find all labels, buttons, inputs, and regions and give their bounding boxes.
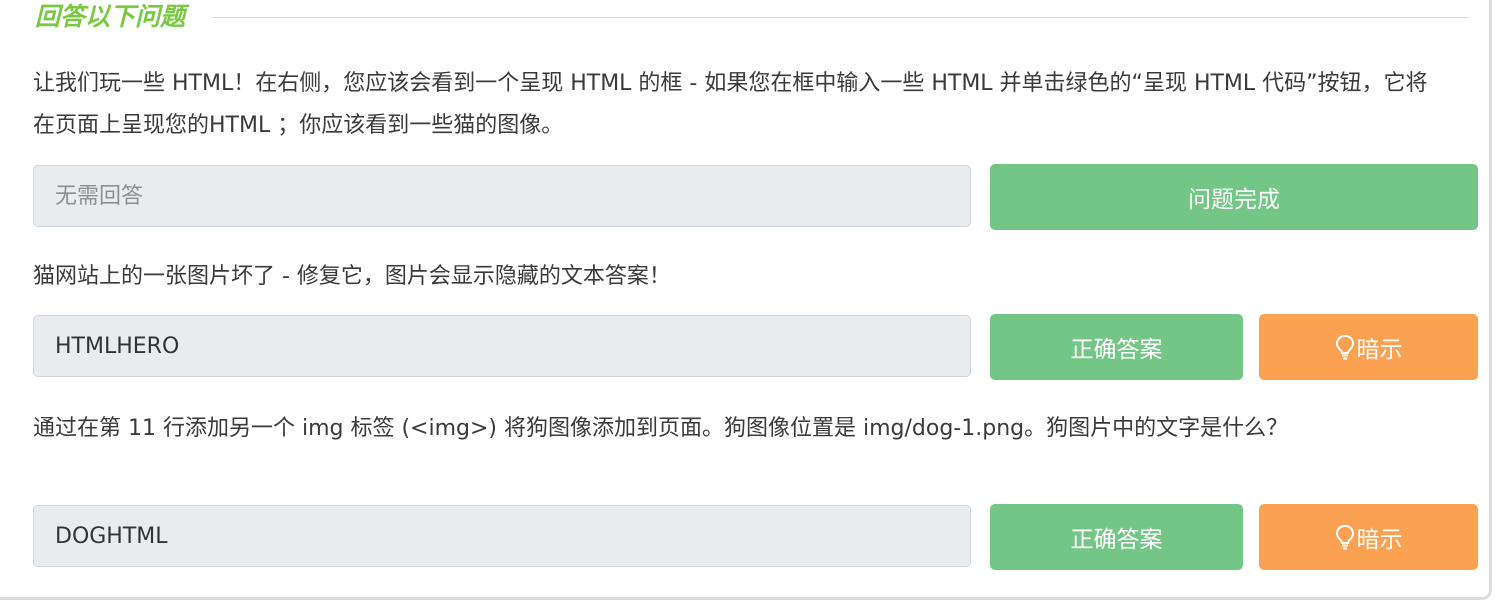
lightbulb-icon — [1335, 334, 1355, 360]
question-2-correct-answer-button[interactable]: 正确答案 — [990, 314, 1243, 380]
question-3-correct-answer-button[interactable]: 正确答案 — [990, 504, 1243, 570]
lightbulb-icon — [1335, 524, 1355, 550]
title-divider — [213, 16, 1469, 18]
question-2-hint-button[interactable]: 暗示 — [1259, 314, 1478, 380]
question-3-hint-button[interactable]: 暗示 — [1259, 504, 1478, 570]
question-1-complete-button[interactable]: 问题完成 — [990, 164, 1478, 230]
question-3-text: 通过在第 11 行添加另一个 img 标签 (<img>) 将狗图像添加到页面。… — [33, 416, 1289, 441]
question-1-answer-input[interactable] — [33, 165, 971, 227]
section-title: 回答以下问题 — [35, 2, 186, 31]
section-header: 回答以下问题 — [35, 0, 1469, 34]
question-2-text: 猫网站上的一张图片坏了 - 修复它，图片会显示隐藏的文本答案！ — [33, 264, 671, 289]
question-3-hint-label: 暗示 — [1356, 527, 1403, 553]
question-2-hint-label: 暗示 — [1356, 337, 1403, 363]
questions-card: 回答以下问题 让我们玩一些 HTML！在右侧，您应该会看到一个呈现 HTML 的… — [0, 0, 1492, 600]
question-3-answer-input[interactable] — [33, 505, 971, 567]
question-2-answer-input[interactable] — [33, 315, 971, 377]
question-1-text: 让我们玩一些 HTML！在右侧，您应该会看到一个呈现 HTML 的框 - 如果您… — [33, 71, 1428, 138]
